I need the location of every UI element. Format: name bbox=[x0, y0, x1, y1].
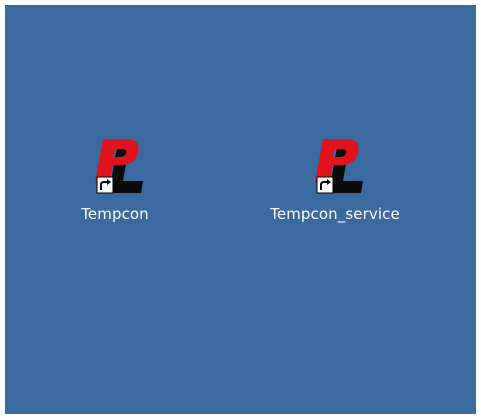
shortcut-arrow-icon bbox=[316, 176, 334, 194]
screenshot-frame: Tempcon Tempcon_service bbox=[0, 0, 481, 419]
pl-logo-icon[interactable] bbox=[83, 133, 147, 197]
desktop-area[interactable]: Tempcon Tempcon_service bbox=[5, 5, 476, 414]
shortcut-arrow-icon bbox=[96, 176, 114, 194]
desktop-shortcut-tempcon-service[interactable]: Tempcon_service bbox=[245, 133, 425, 223]
desktop-shortcut-tempcon[interactable]: Tempcon bbox=[65, 133, 165, 223]
shortcut-label: Tempcon bbox=[81, 205, 149, 223]
shortcut-label: Tempcon_service bbox=[270, 205, 400, 223]
pl-logo-icon[interactable] bbox=[303, 133, 367, 197]
